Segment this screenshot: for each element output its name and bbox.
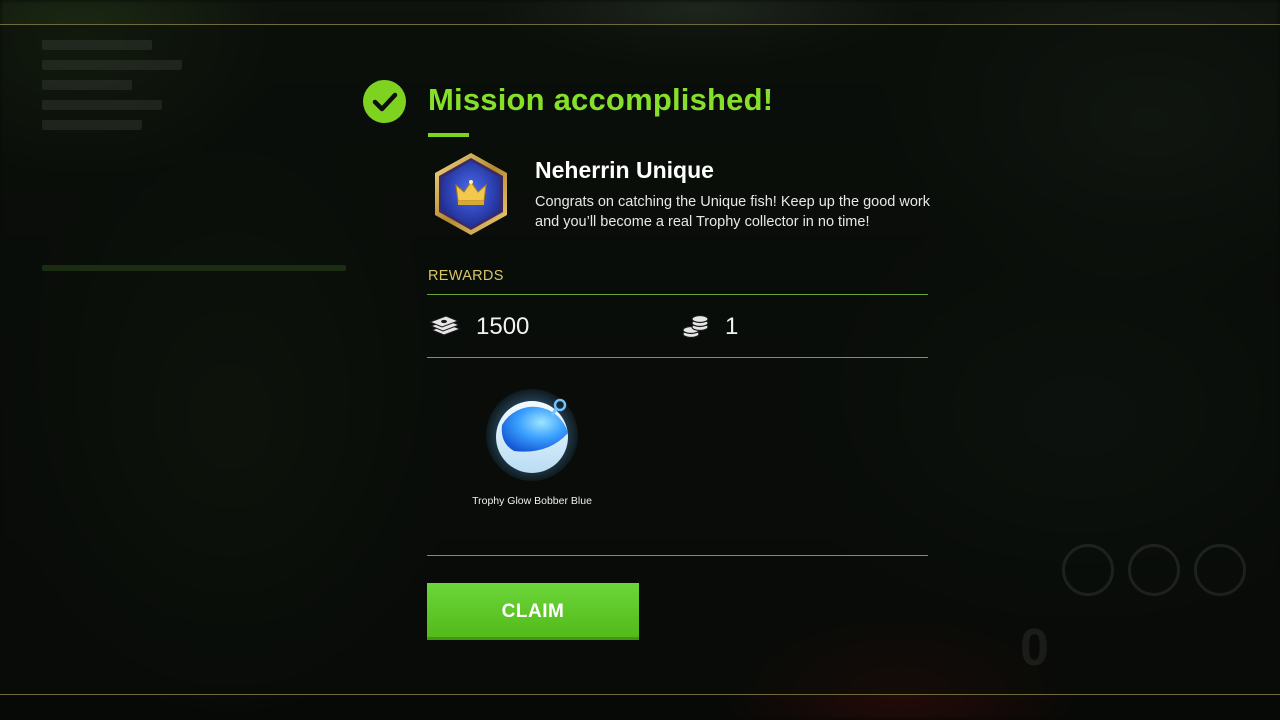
reward-cash: 1500 [428, 313, 529, 341]
cash-amount: 1500 [476, 313, 530, 340]
crown-badge-icon [435, 153, 507, 235]
mission-complete-panel [0, 25, 1280, 694]
coin-amount: 1 [725, 313, 739, 340]
cash-stack-icon [428, 315, 462, 336]
reward-item-label: Trophy Glow Bobber Blue [472, 495, 592, 507]
reward-coins: 1 [681, 313, 738, 341]
checkmark-icon [363, 80, 406, 123]
rewards-divider-bottom [427, 555, 928, 556]
title-underline [428, 133, 469, 137]
glow-bobber-icon [486, 389, 578, 481]
mission-description: Congrats on catching the Unique fish! Ke… [535, 194, 930, 230]
page-title: Mission accomplished! [428, 82, 774, 117]
reward-item-card[interactable]: Trophy Glow Bobber Blue [462, 385, 602, 507]
rewards-divider-top [427, 294, 928, 295]
panel-bottom-border [0, 694, 1280, 695]
coin-stack-icon [682, 314, 709, 339]
panel-top-border [0, 24, 1280, 25]
rewards-label: REWARDS [428, 268, 504, 284]
mission-name: Neherrin Unique [535, 157, 714, 183]
claim-button[interactable]: CLAIM [427, 583, 639, 640]
rewards-divider-middle [427, 357, 928, 358]
